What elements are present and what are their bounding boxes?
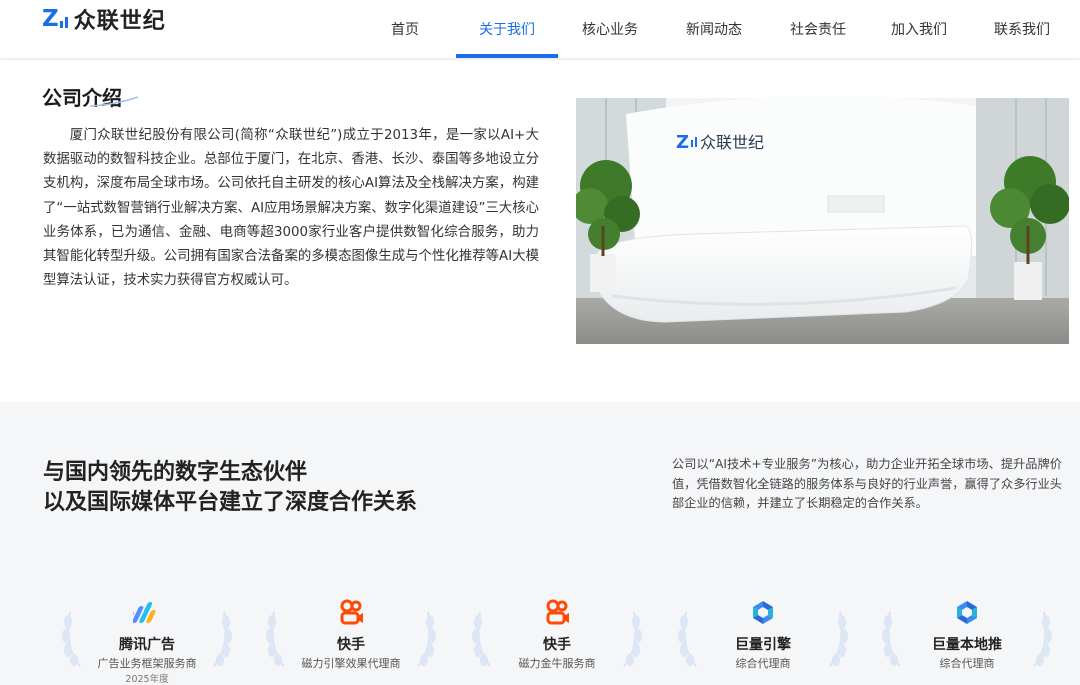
partner-title-line-1: 与国内领先的数字生态伙伴 <box>43 460 308 485</box>
partner-cards: 腾讯广告 广告业务框架服务商 2025年度 快手 磁力引擎效果代理商 快手 磁力… <box>0 590 1080 685</box>
partner-name: 巨量本地推 <box>932 637 1002 653</box>
kuaishou-icon <box>340 599 363 625</box>
partner-name: 快手 <box>337 637 365 653</box>
partner-card-local-promo[interactable]: 巨量本地推 综合代理商 <box>882 590 1052 685</box>
partner-name: 快手 <box>543 637 571 653</box>
partner-role: 广告业务框架服务商 <box>97 657 197 670</box>
partner-role: 综合代理商 <box>735 657 791 670</box>
intro-body: 厦门众联世纪股份有限公司(简称“众联世纪”)成立于2013年，是一家以AI+大数… <box>43 128 539 289</box>
partner-title-line-2: 以及国际媒体平台建立了深度合作关系 <box>43 490 418 515</box>
svg-text:Z: Z <box>676 132 689 153</box>
office-reception-photo: Z 众联世纪 <box>576 76 1069 344</box>
nav-item-news[interactable]: 新闻动态 <box>664 0 764 58</box>
partner-role: 磁力引擎效果代理商 <box>301 657 401 670</box>
site-header: Z 众联世纪 首页 关于我们 核心业务 新闻动态 社会责任 加入我们 联系我们 <box>0 0 1080 58</box>
kuaishou-icon <box>546 599 569 625</box>
partner-card-ocean-engine[interactable]: 巨量引擎 综合代理商 <box>678 590 848 685</box>
tencent-ads-icon <box>133 602 156 623</box>
partner-year: 2025年度 <box>125 674 169 685</box>
ocean-engine-icon <box>957 601 977 624</box>
partner-role: 磁力金牛服务商 <box>518 657 596 670</box>
nav-item-csr[interactable]: 社会责任 <box>768 0 868 58</box>
partner-card-kuaishou-2[interactable]: 快手 磁力金牛服务商 <box>472 590 642 685</box>
ocean-engine-icon <box>753 601 773 624</box>
partner-name: 巨量引擎 <box>735 637 791 653</box>
partner-role: 综合代理商 <box>939 657 995 670</box>
partner-description: 公司以“AI技术+专业服务”为核心，助力企业开拓全球市场、提升品牌价值，凭借数智… <box>672 457 1062 510</box>
nav-item-contact[interactable]: 联系我们 <box>972 0 1072 58</box>
brand-logo[interactable]: Z 众联世纪 <box>42 6 166 34</box>
brand-name: 众联世纪 <box>73 9 166 34</box>
partner-name: 腾讯广告 <box>119 637 175 653</box>
partner-title: 与国内领先的数字生态伙伴 以及国际媒体平台建立了深度合作关系 <box>43 456 417 519</box>
partner-card-tencent[interactable]: 腾讯广告 广告业务框架服务商 2025年度 <box>62 590 232 685</box>
logo-mark-icon: Z <box>42 7 68 31</box>
nav-item-about[interactable]: 关于我们 <box>456 0 558 58</box>
partner-card-kuaishou-1[interactable]: 快手 磁力引擎效果代理商 <box>266 590 436 685</box>
nav-item-business[interactable]: 核心业务 <box>560 0 660 58</box>
svg-text:众联世纪: 众联世纪 <box>700 133 764 152</box>
title-swoosh-decoration <box>89 96 139 107</box>
nav-item-home[interactable]: 首页 <box>360 0 450 58</box>
nav-item-join[interactable]: 加入我们 <box>869 0 969 58</box>
